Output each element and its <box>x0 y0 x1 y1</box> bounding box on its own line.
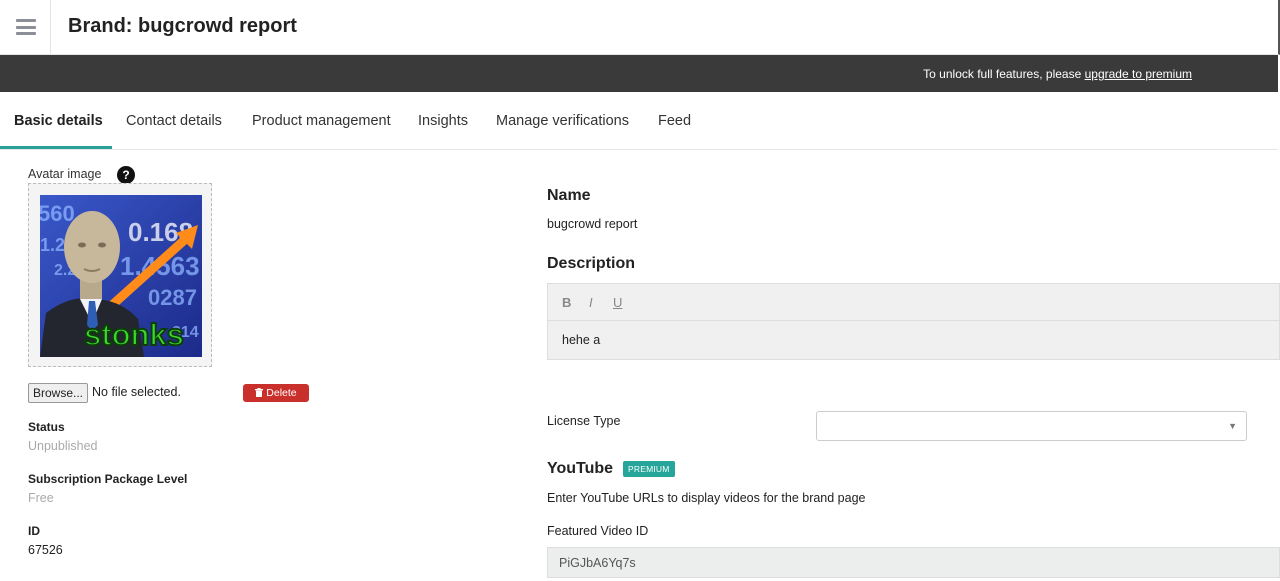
bold-button[interactable]: B <box>562 295 571 310</box>
description-heading: Description <box>547 255 636 272</box>
banner-text: To unlock full features, please <box>923 67 1085 81</box>
status-label: Status <box>28 420 65 434</box>
tab-contact-details[interactable]: Contact details <box>126 113 222 129</box>
italic-button[interactable]: I <box>589 295 593 310</box>
description-content[interactable]: hehe a <box>548 321 1279 359</box>
avatar-caption: stonks <box>84 317 184 352</box>
featured-video-input[interactable] <box>547 547 1280 578</box>
name-heading: Name <box>547 187 591 204</box>
trash-icon <box>255 387 266 399</box>
hamburger-menu-icon[interactable] <box>16 19 36 35</box>
id-label: ID <box>28 524 40 538</box>
premium-badge: PREMIUM <box>623 461 675 477</box>
featured-video-label: Featured Video ID <box>547 524 649 538</box>
avatar-dropzone[interactable]: 560 1.28 2.2 0.168 1.4563 0287 314 <box>28 183 212 367</box>
header-divider <box>50 0 51 55</box>
avatar-label: Avatar image <box>28 167 102 181</box>
tab-insights[interactable]: Insights <box>418 113 468 129</box>
name-value: bugcrowd report <box>547 217 638 231</box>
underline-button[interactable]: U <box>613 295 622 310</box>
avatar-image: 560 1.28 2.2 0.168 1.4563 0287 314 <box>40 195 202 357</box>
ticker-number: 560 <box>40 201 75 226</box>
help-icon[interactable]: ? <box>117 166 135 184</box>
tab-bar: Basic details Contact details Product ma… <box>0 92 1278 150</box>
description-editor[interactable]: B I U hehe a <box>547 283 1280 360</box>
active-tab-indicator <box>0 146 112 149</box>
tab-basic-details[interactable]: Basic details <box>14 113 103 129</box>
delete-label: Delete <box>266 387 297 399</box>
banner-message: To unlock full features, please upgrade … <box>923 67 1192 81</box>
page-title: Brand: bugcrowd report <box>68 15 297 37</box>
upgrade-link[interactable]: upgrade to premium <box>1085 67 1192 81</box>
ticker-number: 0287 <box>148 285 197 310</box>
status-value: Unpublished <box>28 439 98 453</box>
delete-button[interactable]: Delete <box>243 384 309 402</box>
tab-product-management[interactable]: Product management <box>252 113 391 129</box>
subscription-label: Subscription Package Level <box>28 472 188 486</box>
file-status: No file selected. <box>92 385 181 399</box>
youtube-heading: YouTube <box>547 460 614 477</box>
license-type-label: License Type <box>547 414 621 428</box>
subscription-value: Free <box>28 491 54 505</box>
chevron-down-icon: ▼ <box>1228 421 1237 431</box>
browse-button[interactable]: Browse... <box>28 383 88 403</box>
top-bar: Brand: bugcrowd report <box>0 0 1280 55</box>
tab-feed[interactable]: Feed <box>658 113 691 129</box>
id-value: 67526 <box>28 543 63 557</box>
license-type-select[interactable]: ▼ <box>816 411 1247 441</box>
editor-toolbar: B I U <box>548 284 1279 321</box>
upgrade-banner: To unlock full features, please upgrade … <box>0 55 1278 92</box>
tab-manage-verifications[interactable]: Manage verifications <box>496 113 629 129</box>
youtube-help-text: Enter YouTube URLs to display videos for… <box>547 491 866 505</box>
